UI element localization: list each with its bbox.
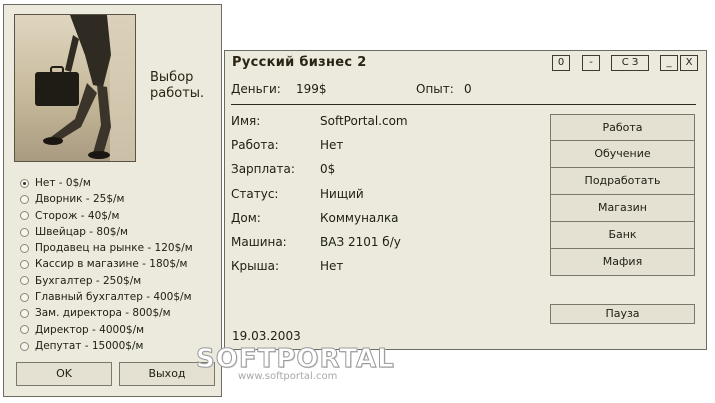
- job-option[interactable]: Главный бухгалтер - 400$/м: [20, 289, 193, 305]
- titlebar: Русский бизнес 2 0 - С З _ X: [225, 51, 706, 75]
- ok-button[interactable]: OK: [16, 362, 112, 386]
- game-date: 19.03.2003: [232, 329, 301, 343]
- info-value: SoftPortal.com: [320, 114, 408, 128]
- job-option-label: Сторож - 40$/м: [35, 209, 120, 222]
- info-label: Машина:: [231, 234, 287, 249]
- minimize-button[interactable]: _: [660, 55, 678, 71]
- menu-button[interactable]: Подработать: [550, 168, 695, 195]
- job-radio-list: Нет - 0$/м Дворник - 25$/м Сторож - 40$/м Ш…: [20, 175, 193, 354]
- job-option-label: Директор - 4000$/м: [35, 323, 145, 336]
- info-value: Коммуналка: [320, 210, 399, 225]
- info-label: Имя:: [231, 114, 261, 128]
- job-option-label: Швейцар - 80$/м: [35, 225, 128, 238]
- job-option[interactable]: Кассир в магазине - 180$/м: [20, 256, 193, 272]
- softportal-watermark-url: www.softportal.com: [238, 371, 338, 382]
- businessman-photo: [14, 14, 136, 162]
- menu-button[interactable]: Банк: [550, 222, 695, 249]
- job-option[interactable]: Бухгалтер - 250$/м: [20, 273, 193, 289]
- radio-button-icon[interactable]: [20, 325, 29, 335]
- radio-button-icon[interactable]: [20, 194, 29, 204]
- job-option[interactable]: Нет - 0$/м: [20, 175, 193, 191]
- pause-button[interactable]: Пауза: [550, 304, 695, 324]
- app-title: Русский бизнес 2: [232, 55, 367, 70]
- radio-button-icon[interactable]: [20, 260, 29, 270]
- info-label: Крыша:: [231, 259, 279, 274]
- radio-button-icon[interactable]: [20, 243, 29, 253]
- titlebar-minus-button[interactable]: -: [582, 55, 600, 71]
- job-option[interactable]: Сторож - 40$/м: [20, 208, 193, 224]
- money-label: Деньги:: [231, 82, 281, 96]
- radio-button-icon[interactable]: [20, 178, 29, 188]
- info-label: Статус:: [231, 186, 279, 201]
- titlebar-zero-button[interactable]: 0: [552, 55, 570, 71]
- job-option[interactable]: Зам. директора - 800$/м: [20, 305, 193, 321]
- job-option-label: Бухгалтер - 250$/м: [35, 274, 142, 287]
- info-label: Зарплата:: [231, 162, 295, 177]
- close-button[interactable]: X: [680, 55, 698, 71]
- job-option[interactable]: Швейцар - 80$/м: [20, 224, 193, 240]
- job-option-label: Нет - 0$/м: [35, 177, 91, 189]
- radio-button-icon[interactable]: [20, 292, 29, 302]
- job-option-label: Депутат - 15000$/м: [35, 339, 144, 352]
- job-selection-title: Выбор работы.: [150, 70, 205, 101]
- job-option-label: Кассир в магазине - 180$/м: [35, 258, 188, 271]
- menu-button[interactable]: Мафия: [550, 249, 695, 276]
- radio-button-icon[interactable]: [20, 309, 29, 319]
- info-value: Нет: [320, 259, 344, 274]
- money-value: 199$: [296, 82, 327, 96]
- info-value: Нищий: [320, 186, 364, 201]
- businessman-image: [15, 15, 135, 161]
- experience-label: Опыт:: [416, 82, 454, 96]
- radio-button-icon[interactable]: [20, 276, 29, 286]
- info-label: Работа:: [231, 138, 279, 153]
- menu-buttons: Работа Обучение Подработать Магазин Банк Мафи…: [550, 114, 695, 276]
- job-option-label: Продавец на рынке - 120$/м: [35, 242, 193, 255]
- radio-button-icon[interactable]: [20, 227, 29, 237]
- info-value: ВАЗ 2101 б/у: [320, 234, 401, 249]
- radio-button-icon[interactable]: [20, 211, 29, 221]
- job-option-label: Дворник - 25$/м: [35, 193, 125, 206]
- main-game-window: Русский бизнес 2 0 - С З _ X Деньги: 199…: [224, 50, 707, 350]
- radio-button-icon[interactable]: [20, 341, 29, 351]
- info-value: 0$: [320, 162, 336, 177]
- info-label: Дом:: [231, 210, 261, 225]
- titlebar-save-load-button[interactable]: С З: [611, 55, 649, 71]
- menu-button[interactable]: Обучение: [550, 141, 695, 168]
- job-option-label: Зам. директора - 800$/м: [35, 307, 171, 320]
- menu-button[interactable]: Работа: [550, 114, 695, 141]
- job-option[interactable]: Депутат - 15000$/м: [20, 338, 193, 354]
- job-option[interactable]: Дворник - 25$/м: [20, 191, 193, 207]
- info-value: Нет: [320, 138, 344, 153]
- divider: [231, 104, 696, 105]
- job-selection-window: Выбор работы. Нет - 0$/м Дворник - 25$/м С…: [3, 4, 222, 397]
- softportal-watermark-logo: SOFTPORTAL: [196, 344, 395, 375]
- job-option[interactable]: Директор - 4000$/м: [20, 322, 193, 338]
- job-option-label: Главный бухгалтер - 400$/м: [35, 291, 192, 304]
- menu-button[interactable]: Магазин: [550, 195, 695, 222]
- job-option[interactable]: Продавец на рынке - 120$/м: [20, 240, 193, 256]
- experience-value: 0: [464, 82, 472, 96]
